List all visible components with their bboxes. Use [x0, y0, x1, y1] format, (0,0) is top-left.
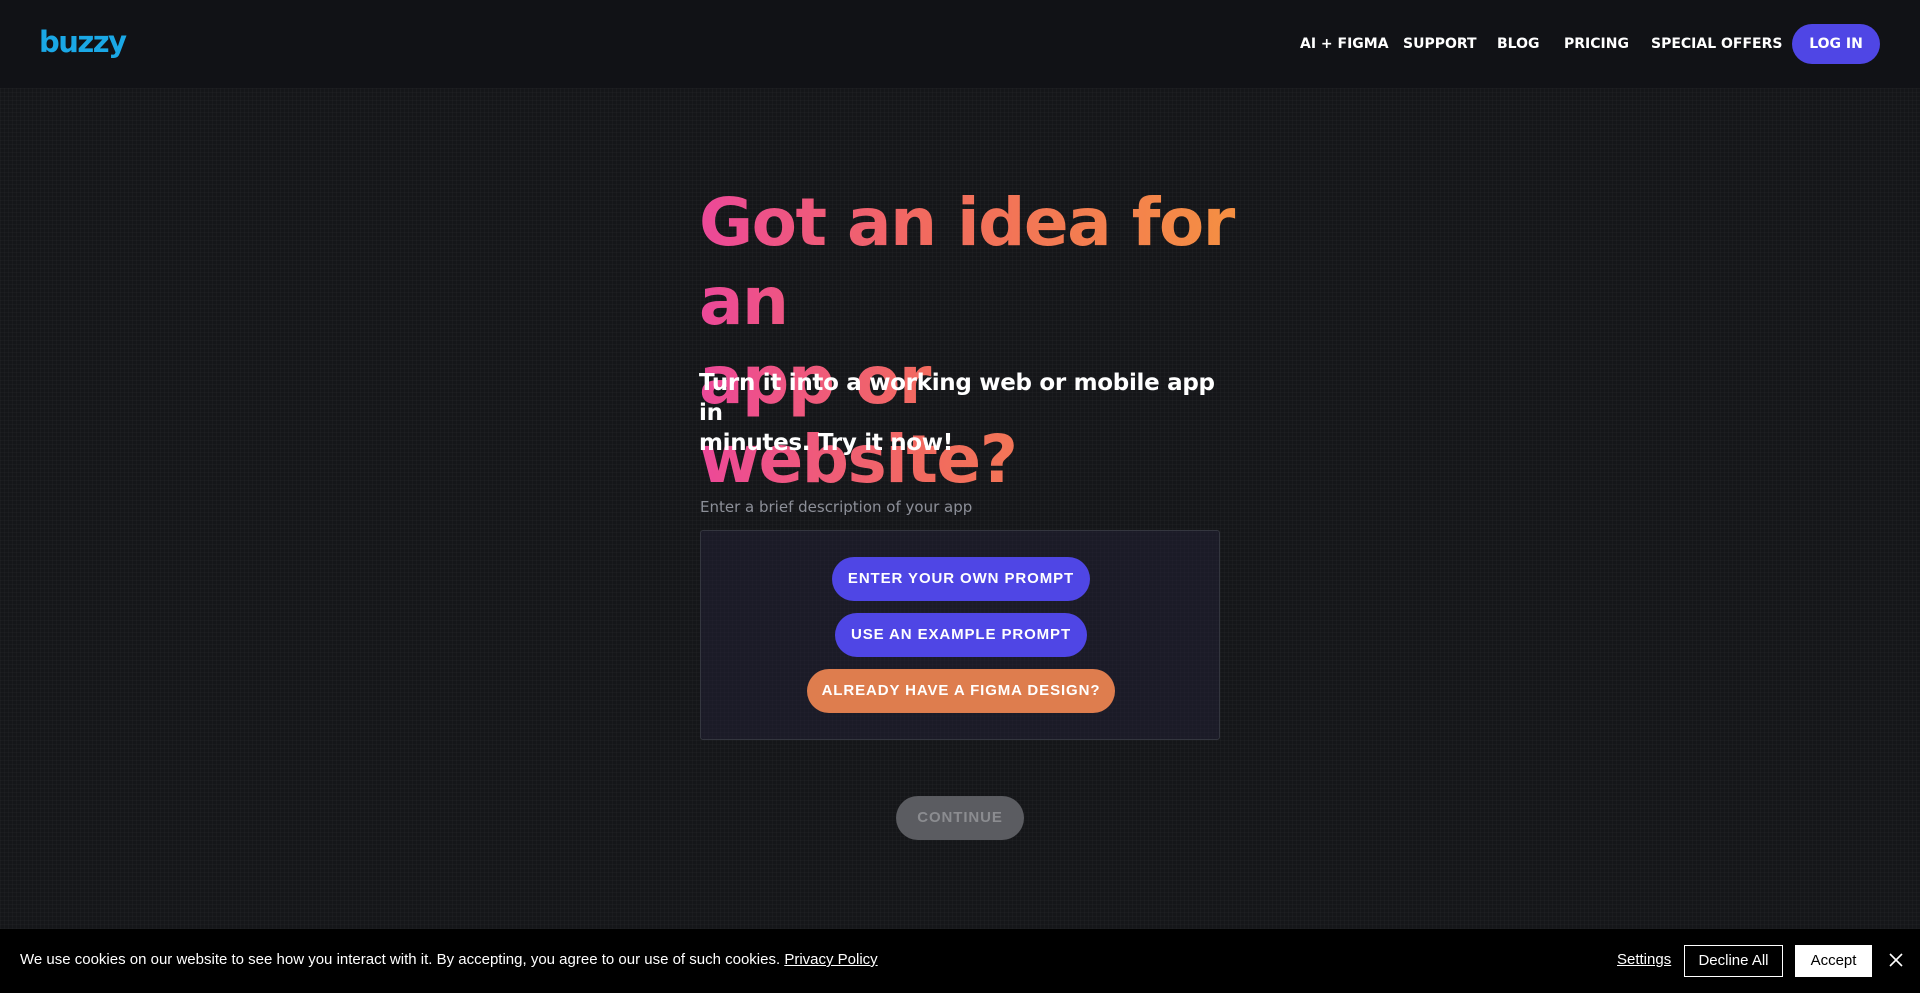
hero-title-line-1: Got an idea for an: [699, 184, 1234, 340]
close-icon[interactable]: [1886, 950, 1906, 970]
continue-button[interactable]: CONTINUE: [896, 796, 1024, 840]
hero-subtitle-line-2: minutes. Try it now!: [699, 430, 953, 456]
nav-support[interactable]: SUPPORT: [1403, 30, 1477, 58]
cookie-settings-link[interactable]: Settings: [1617, 951, 1671, 968]
use-example-prompt-button[interactable]: USE AN EXAMPLE PROMPT: [835, 613, 1087, 657]
figma-design-button[interactable]: ALREADY HAVE A FIGMA DESIGN?: [807, 669, 1115, 713]
cookie-message-text: We use cookies on our website to see how…: [20, 951, 781, 968]
hero-subtitle-line-1: Turn it into a working web or mobile app…: [699, 370, 1215, 426]
site-header: buzzy AI + FIGMA SUPPORT BLOG PRICING SP…: [0, 0, 1920, 88]
privacy-policy-link[interactable]: Privacy Policy: [784, 951, 877, 968]
nav-pricing[interactable]: PRICING: [1564, 30, 1629, 58]
enter-own-prompt-button[interactable]: ENTER YOUR OWN PROMPT: [832, 557, 1090, 601]
cookie-message: We use cookies on our website to see how…: [20, 951, 878, 968]
app-description-box: ENTER YOUR OWN PROMPT USE AN EXAMPLE PRO…: [700, 530, 1220, 740]
cookie-banner: We use cookies on our website to see how…: [0, 929, 1920, 993]
app-description-label: Enter a brief description of your app: [700, 498, 973, 516]
accept-button[interactable]: Accept: [1795, 945, 1872, 977]
nav-special-offers[interactable]: SPECIAL OFFERS: [1651, 30, 1782, 58]
decline-all-button[interactable]: Decline All: [1684, 945, 1783, 977]
login-button[interactable]: LOG IN: [1792, 24, 1880, 64]
hero-subtitle: Turn it into a working web or mobile app…: [699, 368, 1219, 458]
buzzy-logo[interactable]: buzzy: [39, 24, 127, 60]
nav-ai-figma[interactable]: AI + FIGMA: [1300, 30, 1389, 58]
nav-blog[interactable]: BLOG: [1497, 30, 1540, 58]
